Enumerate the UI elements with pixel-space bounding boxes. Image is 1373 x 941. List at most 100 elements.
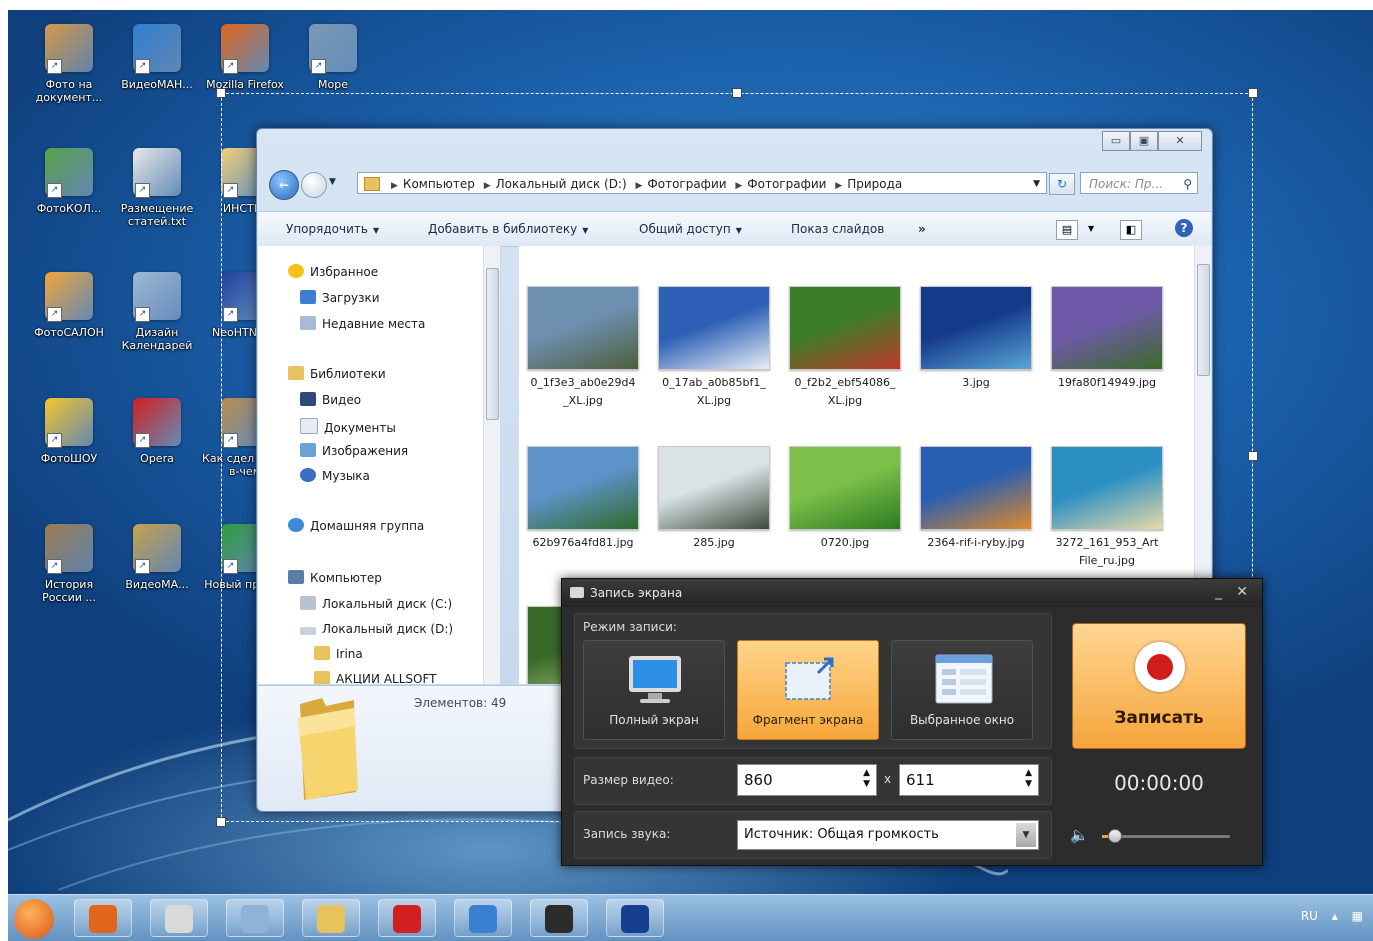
close-button[interactable]: ✕ [1236, 579, 1248, 605]
resize-handle-top[interactable] [732, 88, 742, 98]
search-input[interactable]: Поиск: Пр... ⚲ [1080, 172, 1198, 194]
nav-disk-d[interactable]: Локальный диск (D:) [300, 622, 453, 636]
address-bar[interactable]: ▶ Компьютер ▶ Локальный диск (D:) ▶ Фотогра… [357, 172, 1047, 194]
search-icon[interactable]: ⚲ [1183, 173, 1192, 195]
mode-fullscreen-button[interactable]: Полный экран [583, 640, 725, 740]
language-indicator[interactable]: RU [1301, 909, 1318, 923]
resize-handle-top-right[interactable] [1248, 88, 1258, 98]
file-item[interactable]: 0720.jpg [789, 446, 901, 552]
nav-recent[interactable]: Недавние места [300, 316, 425, 331]
network-icon[interactable]: ▦ [1352, 909, 1363, 923]
nav-images[interactable]: Изображения [300, 443, 408, 458]
chevron-down-icon[interactable]: ▼ [1016, 823, 1036, 847]
speaker-icon[interactable]: 🔈 [1070, 826, 1089, 844]
refresh-icon[interactable]: ↻ [1049, 173, 1075, 195]
breadcrumb-item[interactable]: Фотографии [647, 177, 726, 191]
desktop-icon[interactable]: ↗ Фото на документ... [24, 24, 114, 104]
file-item[interactable]: 0_1f3e3_ab0e29d4_XL.jpg [527, 286, 639, 410]
file-item[interactable]: 19fa80f14949.jpg [1051, 286, 1163, 392]
nav-video[interactable]: Видео [300, 392, 361, 407]
file-item[interactable]: 3.jpg [920, 286, 1032, 392]
file-item[interactable]: 0_17ab_a0b85bf1_XL.jpg [658, 286, 770, 410]
images-icon [300, 443, 316, 457]
forward-button[interactable] [301, 172, 327, 198]
desktop-icon[interactable]: ↗ Mozilla Firefox [200, 24, 290, 91]
desktop-icon[interactable]: ↗ ФотоШОУ [24, 398, 114, 465]
view-dropdown-icon[interactable]: ▼ [1088, 224, 1094, 233]
help-icon[interactable]: ? [1175, 219, 1193, 237]
close-button[interactable]: ✕ [1158, 131, 1202, 151]
desktop-icon[interactable]: ↗ Opera [112, 398, 202, 465]
video-size-panel: Размер видео: 860 ▲ ▼ x 611 ▲ ▼ [574, 757, 1052, 805]
file-item[interactable]: 285.jpg [658, 446, 770, 552]
add-library-button[interactable]: Добавить в библиотеку ▼ [428, 212, 588, 248]
resize-handle-bottom-left[interactable] [216, 817, 226, 827]
nav-folder-allsoft[interactable]: АКЦИИ ALLSOFT [314, 671, 436, 684]
desktop-icon[interactable]: ↗ Море [288, 24, 378, 91]
desktop-icon[interactable]: ↗ ФотоКОЛ... [24, 148, 114, 215]
sound-source-select[interactable]: Источник: Общая громкость ▼ [737, 820, 1039, 850]
desktop-icon[interactable]: ↗ История России ... [24, 524, 114, 604]
nav-libraries[interactable]: Библиотеки [288, 366, 386, 381]
taskbar-app-button[interactable] [454, 899, 512, 937]
breadcrumb-item[interactable]: Компьютер [403, 177, 475, 191]
video-height-input[interactable]: 611 ▲ ▼ [899, 764, 1039, 796]
volume-slider-knob[interactable] [1108, 829, 1122, 843]
maximize-button[interactable]: ▣ [1130, 131, 1158, 151]
nav-music[interactable]: Музыка [300, 468, 370, 483]
nav-downloads[interactable]: Загрузки [300, 290, 380, 305]
minimize-button[interactable]: _ [1215, 579, 1222, 605]
system-tray: RU ▴ ▦ [1301, 909, 1363, 923]
shortcut-icon: ↗ [133, 524, 181, 574]
organize-button[interactable]: Упорядочить ▼ [286, 212, 379, 248]
history-dropdown-icon[interactable]: ▼ [329, 177, 336, 187]
taskbar-app-button[interactable] [74, 899, 132, 937]
desktop-icon[interactable]: ↗ ВидеоМА... [112, 524, 202, 591]
preview-pane-icon[interactable]: ◧ [1120, 220, 1142, 240]
breadcrumb-item[interactable]: Фотографии [747, 177, 826, 191]
nav-favorites[interactable]: Избранное [288, 264, 378, 279]
taskbar-app-button[interactable] [530, 899, 588, 937]
height-stepper-icon[interactable]: ▲ ▼ [1025, 768, 1032, 790]
breadcrumb-item[interactable]: Локальный диск (D:) [496, 177, 627, 191]
file-item[interactable]: 62b976a4fd81.jpg [527, 446, 639, 552]
desktop-icon[interactable]: ↗ ВидеоМАН... [112, 24, 202, 91]
view-options-icon[interactable]: ▤ [1056, 220, 1078, 240]
taskbar-app-button[interactable] [150, 899, 208, 937]
nav-documents[interactable]: Документы [300, 418, 396, 435]
taskbar-app-button[interactable] [378, 899, 436, 937]
mode-window-button[interactable]: Выбранное окно [891, 640, 1033, 740]
back-button[interactable]: ← [269, 170, 299, 200]
nav-folder-irina[interactable]: Irina [314, 646, 363, 661]
mode-fragment-button[interactable]: Фрагмент экрана [737, 640, 879, 740]
nav-homegroup[interactable]: Домашняя группа [288, 518, 424, 533]
desktop-icon-label: Море [318, 78, 348, 91]
width-stepper-icon[interactable]: ▲ ▼ [863, 768, 870, 790]
nav-scrollbar[interactable] [483, 246, 500, 684]
taskbar-app-button[interactable] [302, 899, 360, 937]
resize-handle-top-left[interactable] [216, 88, 226, 98]
more-commands-button[interactable]: » [918, 212, 926, 246]
video-width-input[interactable]: 860 ▲ ▼ [737, 764, 877, 796]
tray-arrow-icon[interactable]: ▴ [1332, 909, 1338, 923]
slideshow-button[interactable]: Показ слайдов [791, 212, 884, 246]
breadcrumb-item[interactable]: Природа [847, 177, 902, 191]
desktop-icon[interactable]: ↗ Размещение статей.txt [112, 148, 202, 228]
minimize-button[interactable]: ▭ [1102, 131, 1130, 151]
scrollbar-thumb[interactable] [486, 268, 499, 420]
desktop-icon[interactable]: ↗ Дизайн Календарей [112, 272, 202, 352]
resize-handle-right[interactable] [1248, 451, 1258, 461]
address-dropdown-icon[interactable]: ▼ [1033, 173, 1040, 193]
nav-computer[interactable]: Компьютер [288, 570, 382, 585]
file-item[interactable]: 0_f2b2_ebf54086_XL.jpg [789, 286, 901, 410]
taskbar-app-button[interactable] [226, 899, 284, 937]
scrollbar-thumb[interactable] [1197, 264, 1210, 376]
share-button[interactable]: Общий доступ ▼ [639, 212, 742, 248]
file-item[interactable]: 3272_161_953_ArtFile_ru.jpg [1051, 446, 1163, 570]
desktop-icon[interactable]: ↗ ФотоСАЛОН [24, 272, 114, 339]
file-item[interactable]: 2364-rif-i-ryby.jpg [920, 446, 1032, 552]
taskbar-app-button[interactable] [606, 899, 664, 937]
start-button[interactable] [14, 899, 54, 939]
nav-disk-c[interactable]: Локальный диск (C:) [300, 596, 452, 611]
record-button[interactable]: Записать [1072, 623, 1246, 749]
